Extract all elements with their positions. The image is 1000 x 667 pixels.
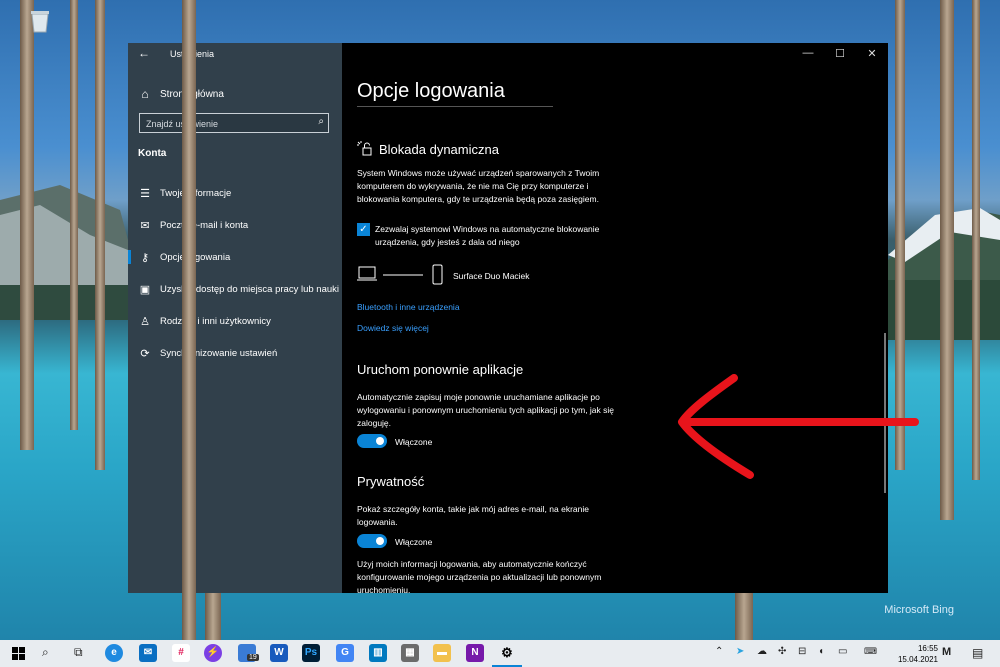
section-heading: Konta (138, 148, 167, 159)
home-icon: ⌂ (141, 87, 149, 101)
phone-icon (432, 264, 443, 285)
restart-apps-heading: Uruchom ponownie aplikacje (357, 362, 524, 377)
task-view-icon[interactable]: ⧉ (74, 645, 83, 660)
start-windows-icon[interactable] (12, 647, 25, 660)
messenger-icon[interactable]: ⚡ (204, 644, 222, 662)
restart-apps-toggle-label: Włączone (395, 437, 433, 447)
sidebar-item-sign-in-options[interactable]: ⚷ Opcje logowania (128, 246, 342, 268)
person-card-icon: ☰ (140, 187, 150, 200)
dynamic-lock-description: System Windows może używać urządzeń spar… (357, 168, 600, 204)
settings-gear-icon[interactable]: ⚙ (498, 644, 516, 662)
person-icon: ♙ (140, 315, 150, 328)
keyboard-icon[interactable]: ⌨ (864, 646, 877, 657)
telegram-icon[interactable]: ➤ (736, 646, 744, 657)
trello-icon[interactable]: ▥ (369, 644, 387, 662)
battery-icon[interactable]: ▭ (838, 646, 847, 657)
word-icon[interactable]: W (270, 644, 288, 662)
paired-device-diagram (357, 264, 443, 285)
slack-icon[interactable]: # (172, 644, 190, 662)
search-icon[interactable]: ⌕ (318, 116, 324, 127)
file-explorer-icon[interactable]: ▬ (433, 644, 451, 662)
privacy-description: Pokaż szczegóły konta, takie jak mój adr… (357, 504, 589, 527)
clock[interactable]: 16:55 15.04.2021 (898, 643, 938, 665)
photoshop-icon[interactable]: Ps (302, 644, 320, 662)
edge-icon[interactable]: e (105, 644, 123, 662)
restart-apps-description: Automatycznie zapisuj moje ponownie uruc… (357, 392, 615, 428)
dynamic-lock-heading-text: Blokada dynamiczna (379, 141, 499, 157)
wallpaper-tree (182, 0, 196, 640)
wallpaper-tree (940, 0, 954, 520)
tray-chevron-icon[interactable]: ⌃ (715, 646, 723, 657)
sidebar: ← Ustawienia ⌂ Strona główna ⌕ Konta ☰ T… (128, 43, 342, 593)
wallpaper-tree (735, 590, 753, 640)
badge-count: 19 (247, 654, 259, 661)
page-title: Opcje logowania (357, 80, 505, 102)
home-link[interactable]: ⌂ Strona główna (138, 85, 224, 103)
red-annotation-arrow (678, 374, 919, 479)
sidebar-item-email[interactable]: ✉ Poczta e-mail i konta (128, 214, 342, 236)
recycle-bin-icon[interactable] (28, 8, 52, 34)
clock-date: 15.04.2021 (897, 655, 938, 664)
wallpaper-tree (20, 0, 34, 450)
network-icon[interactable]: ⊟ (798, 646, 806, 657)
paired-device-name: Surface Duo Maciek (453, 271, 530, 281)
privacy-heading: Prywatność (357, 474, 425, 489)
main-content: Opcje logowania Blokada dynamiczna Syste… (357, 43, 877, 595)
bluetooth-devices-link[interactable]: Bluetooth i inne urządzenia (357, 302, 460, 312)
restart-apps-toggle[interactable] (357, 434, 387, 448)
privacy-toggle[interactable] (357, 534, 387, 548)
bing-watermark: Microsoft Bing (884, 604, 954, 616)
taskbar: ⌕ ⧉ e ✉ # ⚡ 19 W Ps G ▥ ▦ ▬ N ⚙ ⌃ ➤ ☁ ✣ … (0, 640, 1000, 667)
wallpaper-tree (205, 590, 221, 640)
mail-icon: ✉ (140, 219, 150, 232)
search-input[interactable] (144, 116, 308, 132)
sidebar-item-label: Poczta e-mail i konta (160, 219, 249, 231)
notification-center-icon[interactable]: ▤ (972, 646, 983, 660)
sidebar-item-label: Rodzina i inni użytkownicy (160, 315, 271, 327)
calculator-icon[interactable]: ▦ (401, 644, 419, 662)
settings-window: ← Ustawienia ⌂ Strona główna ⌕ Konta ☰ T… (128, 43, 888, 595)
onedrive-icon[interactable]: ☁ (757, 646, 767, 657)
wallpaper-tree (95, 0, 105, 470)
clock-time: 16:55 (917, 644, 938, 653)
dynamic-lock-checkbox-label: Zezwalaj systemowi Windows na automatycz… (375, 224, 600, 247)
dynamic-lock-heading: Blokada dynamiczna (357, 141, 499, 157)
learn-more-link[interactable]: Dowiedz się więcej (357, 323, 429, 333)
sidebar-item-label: Synchronizowanie ustawień (160, 347, 278, 359)
wallpaper-tree (70, 0, 78, 430)
sidebar-item-work-access[interactable]: ▣ Uzyskaj dostęp do miejsca pracy lub na… (128, 278, 342, 300)
sidebar-item-family[interactable]: ♙ Rodzina i inni użytkownicy (128, 310, 342, 332)
title-underline (357, 106, 553, 107)
briefcase-icon: ▣ (139, 283, 151, 296)
tray-m-icon[interactable]: M (942, 646, 951, 658)
sidebar-item-sync[interactable]: ⟳ Synchronizowanie ustawień (128, 342, 342, 364)
sidebar-item-your-info[interactable]: ☰ Twoje informacje (128, 182, 342, 204)
key-icon: ⚷ (140, 251, 150, 264)
back-arrow-icon[interactable]: ← (138, 46, 150, 60)
privacy-description-2: Użyj moich informacji logowania, aby aut… (357, 559, 602, 595)
dynamic-lock-icon (357, 141, 372, 156)
search-icon[interactable]: ⌕ (42, 645, 49, 660)
google-docs-icon[interactable]: G (336, 644, 354, 662)
search-box[interactable]: ⌕ (139, 113, 329, 133)
laptop-icon (357, 266, 377, 281)
mail-app-icon[interactable]: ✉ (139, 644, 157, 662)
volume-icon[interactable]: ◖ (818, 646, 824, 657)
dynamic-lock-checkbox[interactable]: ✓ (357, 223, 370, 236)
wallpaper-tree (972, 0, 980, 480)
onenote-icon[interactable]: N (466, 644, 484, 662)
sync-icon: ⟳ (140, 347, 150, 360)
tray-app-icon[interactable]: ✣ (778, 646, 786, 657)
privacy-toggle-label: Włączone (395, 537, 433, 547)
